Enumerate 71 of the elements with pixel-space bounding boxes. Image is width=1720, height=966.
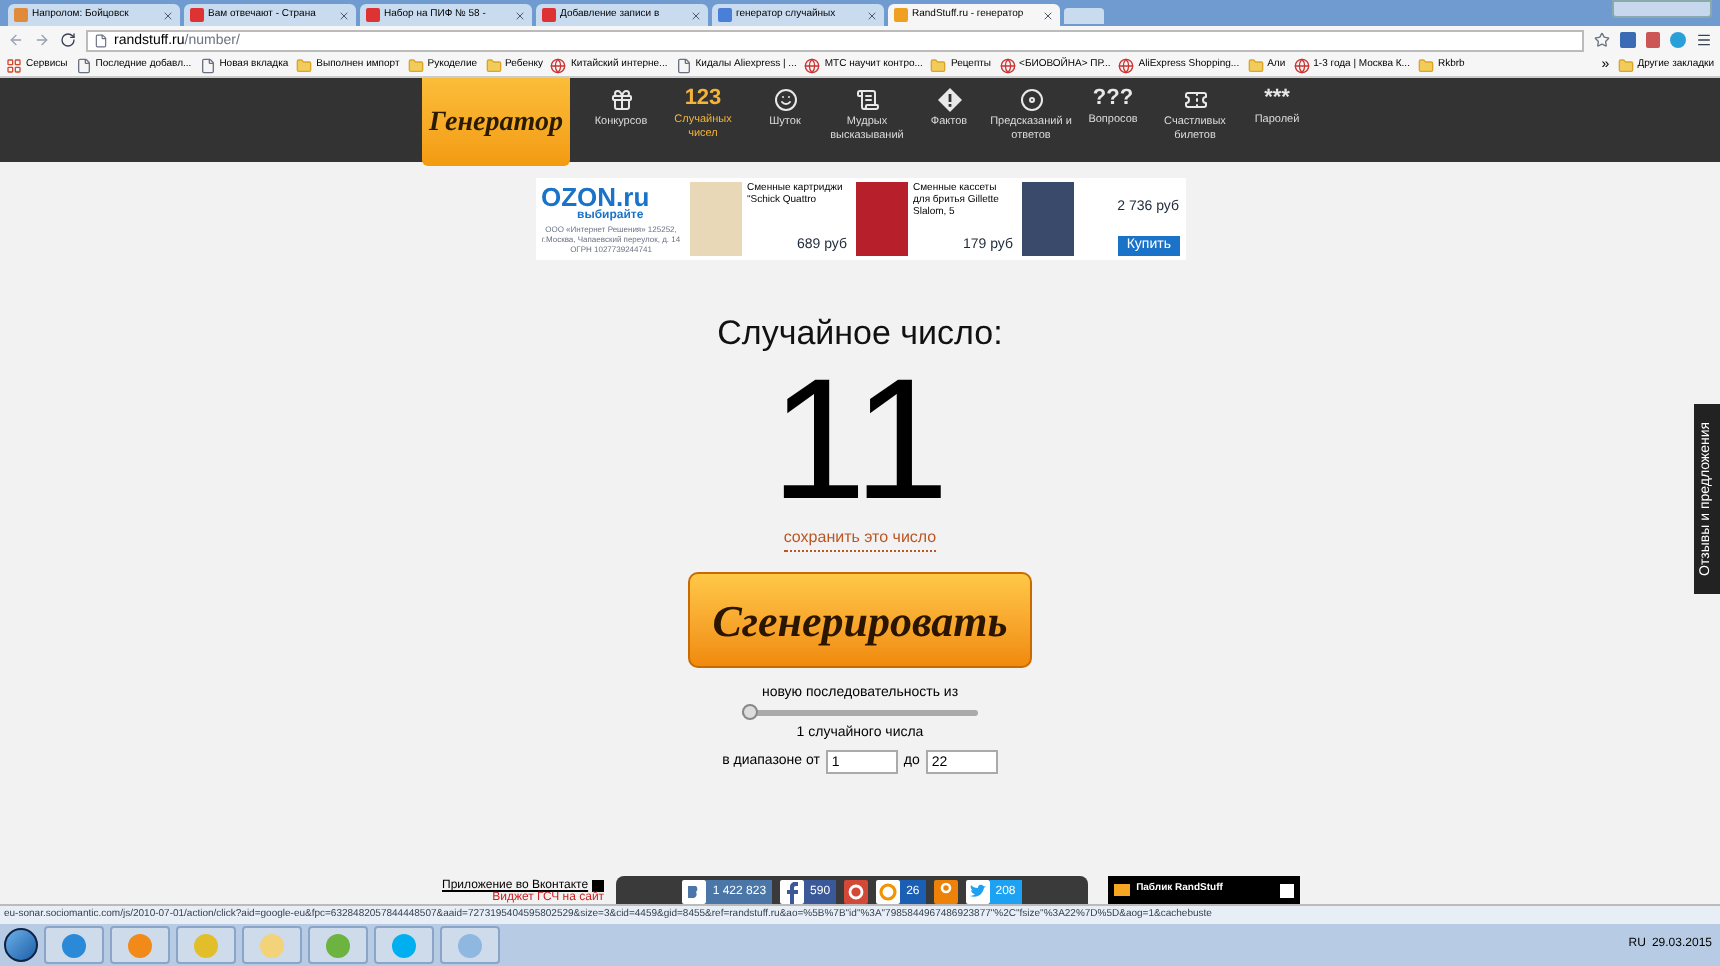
smiley-icon (773, 88, 797, 112)
folder-icon (1247, 57, 1264, 73)
disc-icon (1019, 88, 1043, 112)
favicon-icon (14, 8, 28, 22)
nav-glyph: 123 (684, 88, 722, 110)
reload-icon[interactable] (60, 32, 76, 48)
generate-button[interactable]: Сгенерировать (688, 572, 1032, 668)
page-icon (75, 57, 92, 73)
page-icon (94, 33, 108, 47)
gplus-icon (844, 880, 869, 904)
favicon-icon (894, 8, 908, 22)
taskbar-app-icon[interactable] (110, 926, 170, 964)
close-icon[interactable] (866, 9, 878, 21)
site-logo[interactable]: Генератор (422, 78, 570, 166)
site-icon (999, 57, 1016, 73)
folder-icon (1417, 57, 1434, 73)
folder-icon (1617, 57, 1634, 73)
taskbar-app-icon[interactable] (176, 926, 236, 964)
twitter-icon (965, 880, 990, 904)
save-number-link[interactable]: сохранить это число (783, 526, 937, 552)
taskbar-app-icon[interactable] (374, 926, 434, 964)
ozon-logo: OZON.ru (541, 184, 652, 210)
page-icon (675, 57, 692, 73)
logo-icon (1114, 884, 1131, 896)
favicon-icon (190, 8, 204, 22)
folder-icon (485, 57, 502, 73)
vk-icon (682, 880, 707, 904)
close-icon[interactable] (1042, 9, 1054, 21)
share-button[interactable] (933, 880, 958, 904)
random-number: 11 (770, 354, 950, 526)
close-icon[interactable] (690, 9, 702, 21)
site-icon (1118, 57, 1135, 73)
page-icon (199, 57, 216, 73)
gift-icon (609, 88, 633, 112)
start-button[interactable] (4, 928, 38, 962)
site-icon (550, 57, 567, 73)
folder-icon (930, 57, 947, 73)
favicon-icon (718, 8, 732, 22)
vk-icon (1280, 883, 1295, 897)
sequence-slider[interactable] (742, 704, 978, 720)
favicon-icon (366, 8, 380, 22)
slider-thumb[interactable] (742, 704, 758, 720)
taskbar-app-icon[interactable] (242, 926, 302, 964)
ok-icon (933, 880, 958, 904)
facebook-icon (780, 880, 805, 904)
site-icon (1293, 57, 1310, 73)
close-icon[interactable] (338, 9, 350, 21)
nav-glyph: *** (1264, 88, 1290, 110)
site-icon (804, 57, 821, 73)
vk-icon (592, 880, 605, 892)
apps-icon (6, 57, 22, 73)
share-button[interactable] (844, 880, 869, 904)
ticket-icon (1183, 88, 1207, 112)
close-icon[interactable] (162, 9, 174, 21)
ad-banner[interactable] (535, 178, 1185, 260)
forward-icon[interactable] (34, 32, 50, 48)
menu-icon[interactable] (1696, 32, 1712, 48)
back-icon[interactable] (8, 32, 24, 48)
star-icon[interactable] (1594, 32, 1610, 48)
taskbar-app-icon[interactable] (308, 926, 368, 964)
result-title: Случайное число: (717, 316, 1003, 350)
nav-glyph: ??? (1092, 88, 1134, 110)
warning-diamond-icon (937, 88, 961, 112)
close-icon[interactable] (514, 9, 526, 21)
folder-icon (296, 57, 313, 73)
folder-icon (407, 57, 424, 73)
scroll-icon (855, 88, 879, 112)
mail-icon (876, 880, 901, 904)
taskbar-app-icon[interactable] (440, 926, 500, 964)
window-controls[interactable] (1612, 0, 1712, 18)
favicon-icon (542, 8, 556, 22)
